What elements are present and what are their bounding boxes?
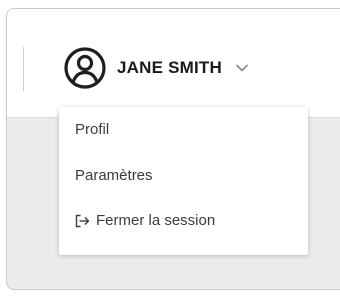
menu-item-settings[interactable]: Paramètres bbox=[75, 167, 153, 184]
menu-item-label: Paramètres bbox=[75, 167, 153, 184]
menu-item-label: Profil bbox=[75, 121, 110, 138]
user-dropdown-menu: Profil Paramètres Fermer la session bbox=[59, 107, 308, 255]
menu-item-logout[interactable]: Fermer la session bbox=[75, 212, 215, 229]
user-name: JANE SMITH bbox=[117, 58, 222, 77]
top-header: JANE SMITH bbox=[7, 9, 340, 118]
user-menu-button[interactable]: JANE SMITH bbox=[63, 45, 248, 91]
menu-item-label: Fermer la session bbox=[96, 212, 216, 229]
logout-icon bbox=[75, 214, 90, 227]
user-circle-icon bbox=[64, 47, 106, 89]
header-divider bbox=[23, 47, 24, 91]
menu-item-profile[interactable]: Profil bbox=[75, 121, 109, 138]
app-window: JANE SMITH Profil Paramètres Fermer la s… bbox=[6, 8, 340, 290]
chevron-down-icon bbox=[236, 64, 248, 72]
